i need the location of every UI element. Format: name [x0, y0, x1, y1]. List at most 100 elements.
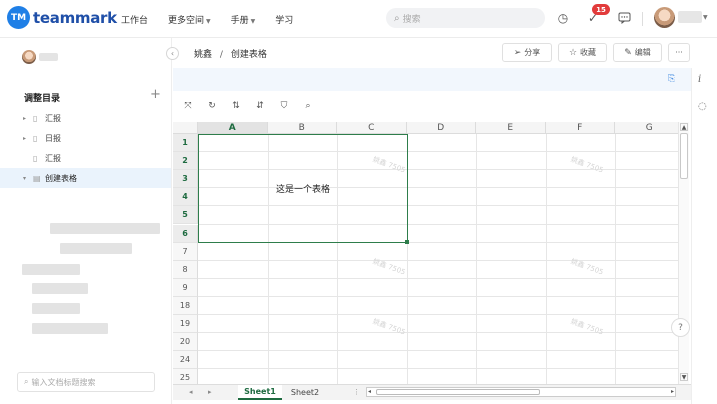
- app-logo[interactable]: TM teammark: [7, 6, 117, 29]
- more-button[interactable]: ···: [668, 43, 690, 62]
- pen-icon: ✎: [624, 47, 632, 58]
- edit-button[interactable]: ✎ 编辑: [613, 43, 662, 62]
- more-icon: ···: [675, 48, 683, 57]
- vertical-scrollbar[interactable]: ▲ ▼: [678, 122, 689, 384]
- column-header[interactable]: B: [267, 122, 337, 134]
- scroll-down-icon[interactable]: ▼: [680, 373, 688, 381]
- column-header[interactable]: G: [615, 122, 678, 134]
- nav-item-learn[interactable]: 学习: [275, 13, 293, 26]
- clock-icon[interactable]: ◷: [555, 10, 571, 26]
- fill-handle[interactable]: [405, 240, 409, 244]
- search-icon[interactable]: ⌕: [296, 101, 320, 111]
- scroll-right-icon[interactable]: ▸: [671, 388, 674, 395]
- row-header[interactable]: 7: [173, 242, 198, 261]
- expand-arrow-icon[interactable]: ▸: [23, 115, 33, 122]
- share-label: 分享: [524, 48, 541, 57]
- row-header[interactable]: 9: [173, 278, 198, 297]
- doc-search-input[interactable]: ⌕ 输入文档标题搜索: [17, 372, 155, 392]
- column-header[interactable]: C: [337, 122, 407, 134]
- collapse-arrow-icon[interactable]: ▾: [23, 175, 33, 182]
- prev-sheet-icon[interactable]: ◂: [189, 388, 193, 396]
- column-header[interactable]: E: [476, 122, 546, 134]
- row-header[interactable]: 6: [173, 224, 198, 243]
- tab-sheet1[interactable]: Sheet1: [238, 385, 282, 400]
- scroll-thumb[interactable]: [680, 133, 688, 179]
- row-header[interactable]: 20: [173, 333, 198, 352]
- sort-descending-icon[interactable]: ⇵: [248, 101, 272, 111]
- collapse-sidebar-button[interactable]: ‹: [166, 47, 179, 60]
- row-header[interactable]: 24: [173, 351, 198, 370]
- refresh-icon[interactable]: ↻: [200, 101, 224, 111]
- doc-icon: ▯: [33, 133, 38, 143]
- row-header[interactable]: 3: [173, 170, 198, 189]
- info-icon[interactable]: i: [698, 74, 701, 85]
- row-header[interactable]: 18: [173, 296, 198, 315]
- row-header[interactable]: 2: [173, 152, 198, 171]
- favorite-button[interactable]: ☆ 收藏: [558, 43, 607, 62]
- tree-item-report-2[interactable]: ▯ 汇报: [0, 148, 171, 168]
- sort-ascending-icon[interactable]: ⇅: [224, 101, 248, 111]
- notification-badge: 15: [592, 4, 610, 15]
- nav-item-workbench[interactable]: 工作台: [121, 13, 148, 26]
- divider: [642, 12, 643, 26]
- tab-sheet2[interactable]: Sheet2: [285, 385, 325, 400]
- doc-icon: ▯: [33, 113, 38, 123]
- row-header[interactable]: 25: [173, 369, 198, 384]
- expand-icon[interactable]: ⤧: [176, 101, 200, 111]
- help-button[interactable]: ?: [671, 318, 690, 337]
- filter-icon[interactable]: ⛉: [272, 101, 296, 111]
- nav-item-label: 工作台: [121, 16, 149, 26]
- nav-item-more-spaces[interactable]: 更多空间 ▼: [168, 13, 211, 26]
- row-header[interactable]: 19: [173, 315, 198, 334]
- row-gridline: [198, 259, 678, 261]
- doc-search-placeholder: 输入文档标题搜索: [31, 377, 96, 387]
- merged-cell-text[interactable]: 这是一个表格: [198, 182, 408, 195]
- scroll-up-icon[interactable]: ▲: [680, 123, 688, 131]
- scroll-left-icon[interactable]: ◂: [368, 388, 371, 395]
- space-avatar[interactable]: [22, 50, 36, 64]
- global-search-input[interactable]: ⌕ 搜索: [386, 8, 545, 28]
- column-header[interactable]: A: [198, 122, 268, 134]
- sidebar-title: 调整目录: [24, 94, 61, 104]
- next-sheet-icon[interactable]: ▸: [208, 388, 212, 396]
- redacted-item: [22, 264, 80, 275]
- row-header[interactable]: 1: [173, 134, 198, 153]
- caret-down-icon[interactable]: ▼: [703, 14, 708, 21]
- splitter-handle-icon[interactable]: ⋮: [353, 388, 360, 396]
- nav-item-label: 手册: [230, 16, 249, 26]
- column-header[interactable]: D: [406, 122, 476, 134]
- right-rail: [691, 68, 717, 404]
- row-gridline: [198, 314, 678, 315]
- top-bar: TM teammark 工作台 更多空间 ▼ 手册 ▼ 学习 ⌕ 搜索 ◷ ✓ 15…: [0, 0, 717, 38]
- row-gridline: [198, 277, 678, 279]
- add-icon[interactable]: +: [150, 87, 161, 102]
- breadcrumb-parent[interactable]: 姚鑫: [194, 50, 212, 60]
- select-all-corner[interactable]: [173, 122, 198, 134]
- tree-item-report[interactable]: ▸ ▯ 汇报: [0, 108, 171, 128]
- scroll-thumb[interactable]: [376, 389, 540, 395]
- lock-icon[interactable]: ⎘: [668, 74, 675, 84]
- share-button[interactable]: ➢ 分享: [502, 43, 552, 62]
- column-header[interactable]: F: [545, 122, 615, 134]
- tree-item-daily[interactable]: ▸ ▯ 日报: [0, 128, 171, 148]
- favorite-label: 收藏: [580, 48, 597, 57]
- message-icon[interactable]: [616, 10, 632, 26]
- tree-item-create-sheet[interactable]: ▾ ▤ 创建表格: [0, 168, 171, 188]
- row-header[interactable]: 5: [173, 206, 198, 225]
- row-header[interactable]: 8: [173, 260, 198, 279]
- horizontal-scrollbar[interactable]: ◂ ▸: [366, 387, 676, 397]
- search-icon: ⌕: [24, 377, 29, 386]
- expand-arrow-icon[interactable]: ▸: [23, 135, 33, 142]
- row-gridline: [198, 295, 678, 297]
- user-avatar[interactable]: [654, 7, 675, 28]
- row-gridline: [198, 350, 678, 352]
- doc-tree: ▸ ▯ 汇报 ▸ ▯ 日报 ▯ 汇报 ▾ ▤ 创建表格: [0, 108, 171, 188]
- comment-icon[interactable]: ◌: [698, 101, 707, 112]
- redacted-item: [60, 243, 132, 254]
- nav-item-manual[interactable]: 手册 ▼: [231, 13, 256, 26]
- row-header[interactable]: 4: [173, 188, 198, 207]
- send-icon: ➢: [513, 47, 522, 58]
- chat-bubble-icon: [618, 12, 630, 24]
- sheet-tab-label: Sheet2: [290, 388, 320, 397]
- nav-item-label: 学习: [275, 16, 294, 26]
